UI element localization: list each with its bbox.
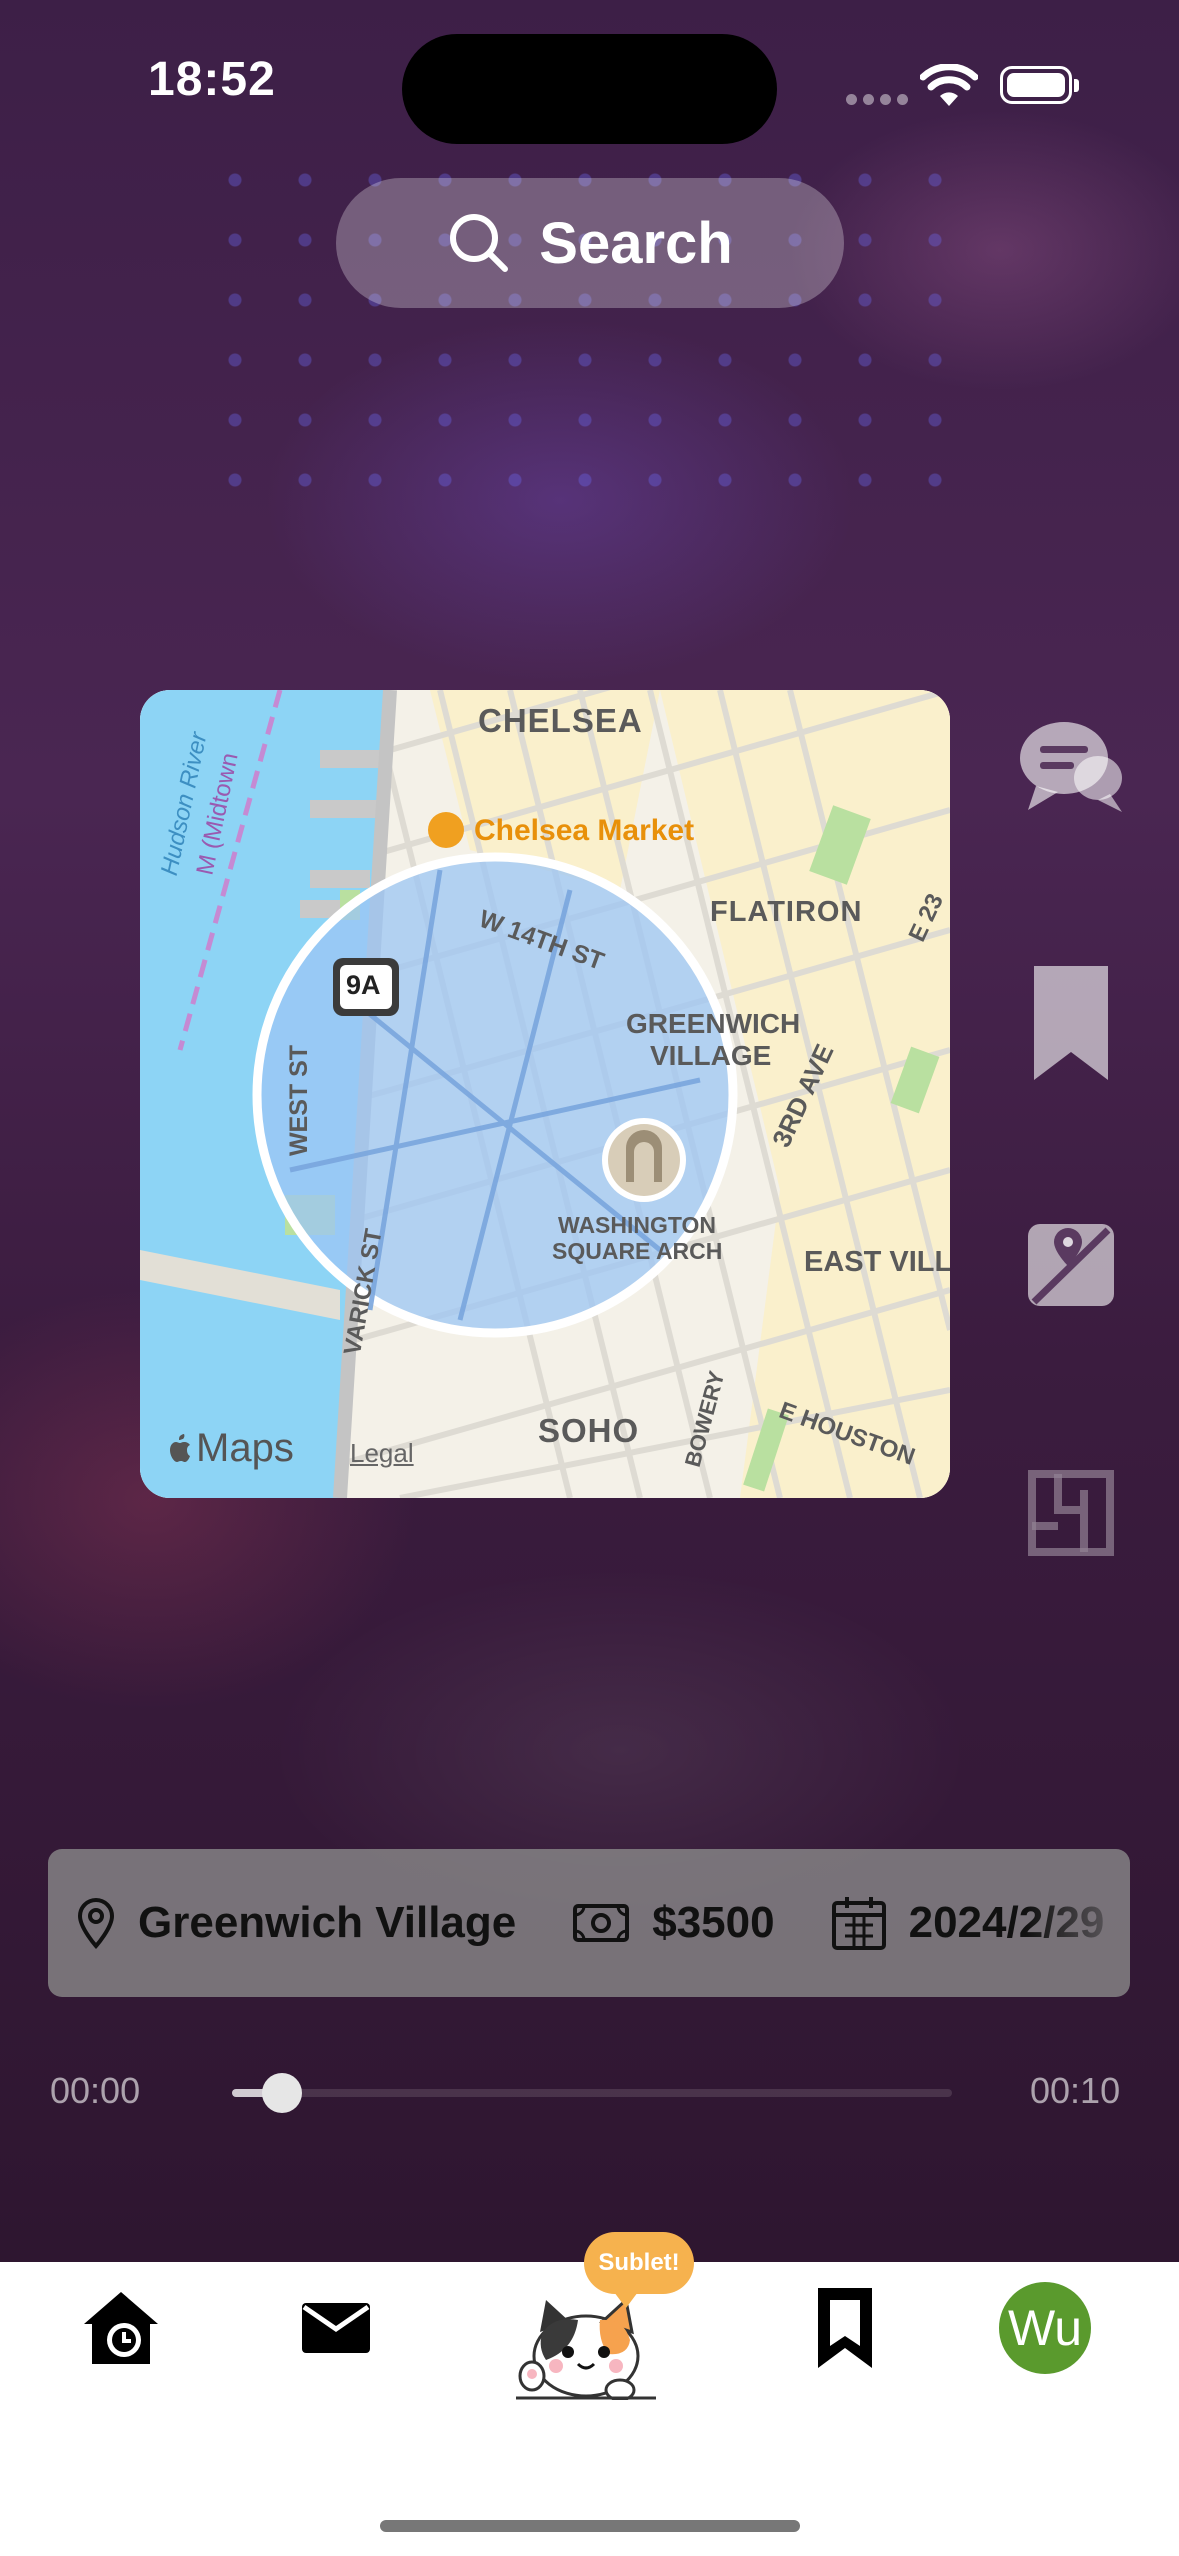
- dynamic-island: [402, 34, 777, 144]
- wifi-icon: [920, 64, 978, 106]
- apple-logo-icon: [170, 1433, 190, 1462]
- progress-thumb[interactable]: [262, 2073, 302, 2113]
- map-view[interactable]: CHELSEA Chelsea Market FLATIRON E 23 W 1…: [140, 690, 950, 1498]
- home-indicator[interactable]: [380, 2520, 800, 2532]
- progress-track[interactable]: [232, 2089, 952, 2097]
- tab-home[interactable]: [82, 2290, 160, 2366]
- battery-icon: [1000, 66, 1079, 104]
- map-label-village: VILLAGE: [650, 1040, 772, 1071]
- saved-bookmark-icon: [818, 2288, 872, 2368]
- date-text: 2024/2/29: [908, 1898, 1105, 1947]
- map-label-chelsea-market: Chelsea Market: [474, 814, 695, 847]
- location-text: Greenwich Village: [138, 1898, 517, 1947]
- search-button[interactable]: Search: [336, 178, 844, 308]
- route-shield-label: 9A: [346, 970, 381, 1000]
- sublet-bubble[interactable]: Sublet!: [584, 2232, 694, 2308]
- calico-cat-icon: [516, 2297, 656, 2400]
- map-label-soho: SOHO: [538, 1412, 640, 1449]
- tab-sublet[interactable]: [512, 2294, 660, 2400]
- mail-icon: [302, 2303, 370, 2353]
- map-label-east-village: EAST VILLA: [804, 1246, 950, 1278]
- search-icon: [450, 214, 509, 272]
- map-label-west-st: WEST ST: [285, 1044, 314, 1157]
- map-label-greenwich: GREENWICH: [626, 1008, 801, 1039]
- maps-brand: Maps: [196, 1426, 294, 1470]
- avatar: Wu: [999, 2282, 1091, 2374]
- hide-location-icon[interactable]: [1028, 1224, 1114, 1306]
- tab-profile[interactable]: Wu: [999, 2282, 1091, 2374]
- money-icon: [573, 1904, 630, 1942]
- map-label-washington: WASHINGTON: [558, 1212, 717, 1238]
- maps-attribution: Maps: [166, 1426, 294, 1471]
- status-time: 18:52: [148, 53, 276, 106]
- tab-messages[interactable]: [302, 2303, 370, 2353]
- comments-icon[interactable]: [1018, 716, 1124, 816]
- floorplan-icon[interactable]: [1028, 1470, 1114, 1556]
- map-label-chelsea: CHELSEA: [478, 702, 643, 739]
- legal-link[interactable]: Legal: [350, 1438, 414, 1469]
- location-cell[interactable]: Greenwich Village: [48, 1849, 544, 1997]
- bookmark-icon[interactable]: [1034, 966, 1108, 1080]
- price-cell[interactable]: $3500: [544, 1849, 802, 1997]
- tab-saved[interactable]: [816, 2286, 874, 2370]
- cellular-signal-icon: [846, 94, 908, 105]
- date-cell[interactable]: 2024/2/29: [803, 1849, 1130, 1997]
- price-text: $3500: [652, 1898, 775, 1947]
- home-clock-icon: [84, 2292, 158, 2364]
- map-label-square-arch: SQUARE ARCH: [552, 1238, 723, 1264]
- duration-time: 00:10: [1030, 2070, 1121, 2111]
- search-label: Search: [539, 210, 733, 276]
- map-label-flatiron: FLATIRON: [710, 896, 863, 928]
- location-pin-icon: [77, 1897, 115, 1949]
- current-time: 00:00: [50, 2070, 141, 2111]
- listing-info-bar[interactable]: Greenwich Village $3500 2024/2/29: [48, 1849, 1130, 1997]
- calendar-icon: [831, 1897, 886, 1950]
